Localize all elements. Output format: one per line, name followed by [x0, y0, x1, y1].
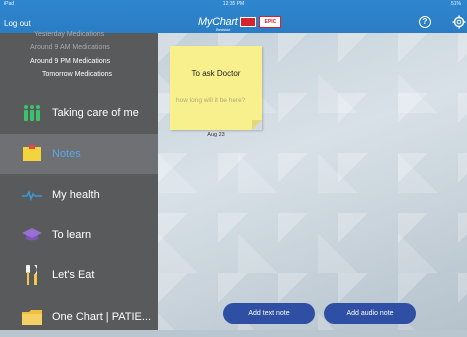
heartbeat-icon: [22, 185, 42, 205]
sidebar-item-label: To learn: [52, 229, 92, 241]
medication-schedule: Yesterday Medications Around 9 AM Medica…: [0, 31, 158, 83]
sidebar-item-notes[interactable]: Notes: [0, 134, 158, 174]
sidebar-item-lets-eat[interactable]: Let's Eat: [0, 255, 158, 295]
gear-icon[interactable]: [452, 15, 466, 29]
graduation-cap-icon: [22, 225, 42, 245]
sidebar-item-label: Taking care of me: [52, 107, 139, 119]
sidebar-item-my-health[interactable]: My health: [0, 175, 158, 215]
help-icon[interactable]: ?: [419, 16, 431, 28]
notes-icon: [22, 144, 42, 164]
sidebar-item-label: One Chart | PATIE...: [52, 311, 152, 323]
sidebar-item-label: Notes: [52, 148, 81, 160]
utensils-icon: [22, 265, 42, 285]
note-title: To ask Doctor: [191, 69, 241, 78]
sidebar-item-one-chart[interactable]: One Chart | PATIE...: [0, 297, 158, 337]
medication-item-9pm[interactable]: Around 9 PM Medications: [30, 58, 110, 65]
folder-icon: [22, 307, 42, 327]
sidebar: Yesterday Medications Around 9 AM Medica…: [0, 31, 158, 330]
logout-button[interactable]: Log out: [4, 19, 31, 28]
notes-board: To ask Doctor how long will it be here? …: [158, 33, 467, 330]
logo-mark: [240, 17, 257, 27]
status-time: 12:35 PM: [222, 1, 245, 7]
mychart-logo: MyChart EPIC: [198, 14, 282, 30]
medication-item-yesterday[interactable]: Yesterday Medications: [34, 31, 104, 38]
note-corner-fold: [252, 120, 262, 130]
sidebar-item-taking-care-of-me[interactable]: Taking care of me: [0, 93, 158, 133]
note-body: how long will it be here?: [176, 97, 246, 104]
add-audio-note-button[interactable]: Add audio note: [324, 303, 416, 324]
status-battery: 51%: [450, 1, 461, 7]
sidebar-item-label: My health: [52, 189, 100, 201]
sidebar-item-label: Let's Eat: [52, 269, 95, 281]
add-text-note-button[interactable]: Add text note: [223, 303, 315, 324]
medication-item-9am[interactable]: Around 9 AM Medications: [30, 44, 110, 51]
logo-badge: EPIC: [259, 16, 282, 28]
care-team-icon: [22, 103, 42, 123]
note-date: Aug 23: [207, 132, 225, 138]
sticky-note[interactable]: To ask Doctor how long will it be here? …: [170, 46, 262, 138]
logo-subtitle: Bedside: [216, 27, 231, 32]
sidebar-item-to-learn[interactable]: To learn: [0, 215, 158, 255]
medication-item-tomorrow[interactable]: Tomorrow Medications: [42, 71, 112, 78]
top-bar: iPad 12:35 PM 51% Log out MyChart EPIC B…: [0, 0, 467, 33]
